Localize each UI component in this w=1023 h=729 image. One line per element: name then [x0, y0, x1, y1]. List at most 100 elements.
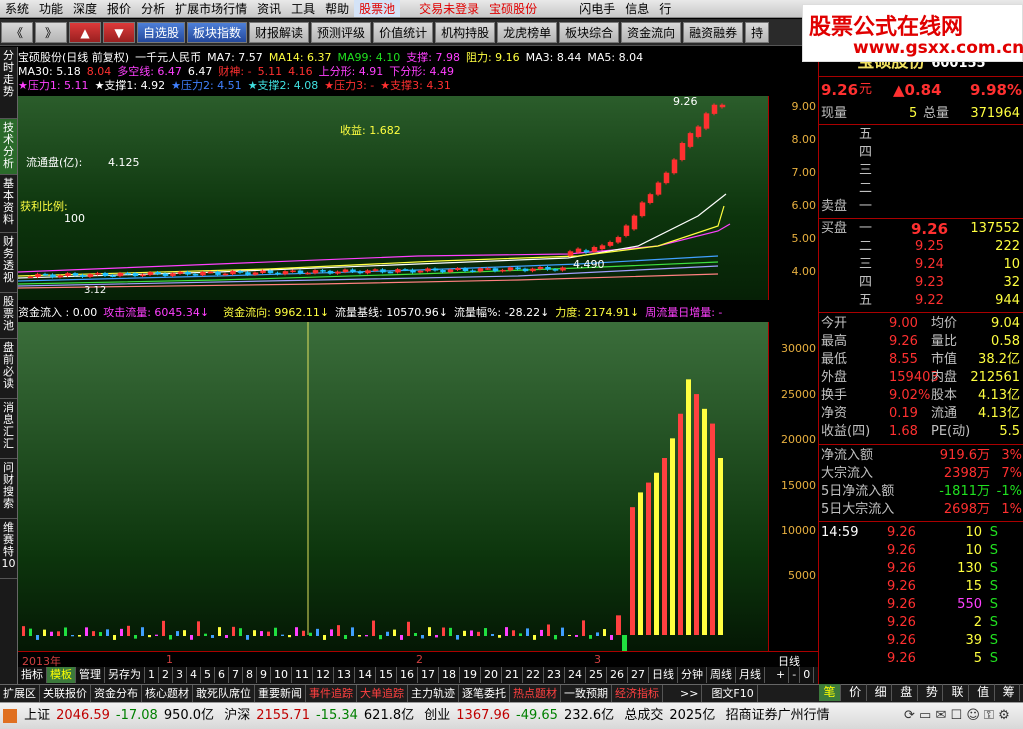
- menu-row[interactable]: 行: [654, 0, 676, 17]
- ask-2[interactable]: 二: [819, 180, 1023, 198]
- tab-5[interactable]: 5: [201, 667, 215, 683]
- right-tab[interactable]: 细: [870, 684, 893, 701]
- broker-name[interactable]: 招商证券广州行情: [726, 703, 830, 729]
- tab-23[interactable]: 23: [544, 667, 565, 683]
- tab-save-as[interactable]: 另存为: [105, 667, 145, 683]
- sys-tab-related[interactable]: 关联报价: [40, 685, 91, 702]
- tab-13[interactable]: 13: [334, 667, 355, 683]
- settings-icon[interactable]: ⚙: [998, 708, 1010, 723]
- side-tab-premarket[interactable]: 盘前必读: [0, 339, 17, 399]
- tab-26[interactable]: 26: [607, 667, 628, 683]
- flow-plot[interactable]: [18, 322, 768, 657]
- sys-tab-events[interactable]: 事件追踪: [306, 685, 357, 702]
- keyboard-icon[interactable]: ▭: [919, 708, 931, 723]
- menu-news[interactable]: 资讯: [252, 0, 286, 17]
- sys-more-button[interactable]: >>: [677, 685, 703, 702]
- tab-24[interactable]: 24: [565, 667, 586, 683]
- tab-3[interactable]: 3: [173, 667, 187, 683]
- menu-stock-pool[interactable]: 股票池: [354, 0, 401, 17]
- tab-8[interactable]: 8: [243, 667, 257, 683]
- up-button[interactable]: ▲: [69, 22, 101, 43]
- tab-20[interactable]: 20: [481, 667, 502, 683]
- tab-minute[interactable]: 分钟: [678, 667, 707, 683]
- tab-12[interactable]: 12: [313, 667, 334, 683]
- menu-lightning[interactable]: 闪电手: [574, 0, 620, 17]
- tab-16[interactable]: 16: [397, 667, 418, 683]
- bid-1[interactable]: 买盘一 9.26 137552: [819, 220, 1023, 238]
- tab-6[interactable]: 6: [215, 667, 229, 683]
- tab-monthly[interactable]: 月线: [736, 667, 765, 683]
- ask-3[interactable]: 三: [819, 162, 1023, 180]
- sys-tab-econ[interactable]: 经济指标: [612, 685, 663, 702]
- menu-function[interactable]: 功能: [34, 0, 68, 17]
- sys-tab-forecast[interactable]: 一致预期: [561, 685, 612, 702]
- tab-7[interactable]: 7: [229, 667, 243, 683]
- hs-name[interactable]: 沪深: [224, 703, 250, 729]
- tab-indicator[interactable]: 指标: [18, 667, 47, 683]
- sys-tab-core-theme[interactable]: 核心题材: [142, 685, 193, 702]
- sector-combo-button[interactable]: 板块综合: [559, 22, 620, 43]
- side-tab-timeshare[interactable]: 分时走势: [0, 47, 17, 119]
- menu-system[interactable]: 系统: [0, 0, 34, 17]
- sh-name[interactable]: 上证: [24, 703, 50, 729]
- chat-icon[interactable]: ☐: [951, 708, 963, 723]
- tab-19[interactable]: 19: [460, 667, 481, 683]
- cy-name[interactable]: 创业: [424, 703, 450, 729]
- sys-tab-ext[interactable]: 扩展区: [0, 685, 40, 702]
- right-tab[interactable]: 值: [973, 684, 995, 701]
- sys-f10-button[interactable]: 图文F10: [708, 685, 758, 702]
- rating-button[interactable]: 预测评级: [311, 22, 372, 43]
- back-button[interactable]: 《: [1, 22, 33, 43]
- tab-11[interactable]: 11: [292, 667, 313, 683]
- bid-5[interactable]: 五 9.22 944: [819, 292, 1023, 310]
- side-tab-finance[interactable]: 财务透视: [0, 233, 17, 293]
- tab-18[interactable]: 18: [439, 667, 460, 683]
- forward-button[interactable]: 》: [35, 22, 67, 43]
- zoom-out-button[interactable]: -: [789, 667, 801, 683]
- side-tab-technical[interactable]: 技术分析: [0, 119, 17, 175]
- tab-2[interactable]: 2: [159, 667, 173, 683]
- tab-1[interactable]: 1: [145, 667, 159, 683]
- tab-10[interactable]: 10: [271, 667, 292, 683]
- menu-depth[interactable]: 深度: [68, 0, 102, 17]
- watchlist-button[interactable]: 自选股: [137, 22, 186, 43]
- zoom-in-button[interactable]: +: [773, 667, 790, 683]
- tab-21[interactable]: 21: [502, 667, 523, 683]
- tab-22[interactable]: 22: [523, 667, 544, 683]
- right-tab[interactable]: 价: [845, 684, 867, 701]
- menu-tools[interactable]: 工具: [286, 0, 320, 17]
- sys-tab-fund-dist[interactable]: 资金分布: [91, 685, 142, 702]
- holding-button[interactable]: 持: [745, 22, 770, 43]
- kline-plot[interactable]: 9.26 收益: 1.682 流通盘(亿): 4.125 获利比例: 100 4…: [17, 95, 768, 300]
- menu-info[interactable]: 信息: [620, 0, 654, 17]
- sys-tab-tick[interactable]: 逐笔委托: [459, 685, 510, 702]
- institution-button[interactable]: 机构持股: [435, 22, 496, 43]
- user-icon[interactable]: ☺: [966, 708, 980, 723]
- side-tab-visit[interactable]: 维赛特10: [0, 519, 17, 579]
- side-tab-profile[interactable]: 基本资料: [0, 175, 17, 233]
- menu-quote[interactable]: 报价: [102, 0, 136, 17]
- right-tab[interactable]: 笔: [819, 684, 841, 701]
- sys-tab-hot[interactable]: 热点题材: [510, 685, 561, 702]
- sys-tab-seats[interactable]: 敢死队席位: [193, 685, 255, 702]
- ask-1[interactable]: 卖盘一: [819, 198, 1023, 216]
- menu-ext-market[interactable]: 扩展市场行情: [170, 0, 252, 17]
- sys-tab-bigorder[interactable]: 大单追踪: [357, 685, 408, 702]
- fund-flow-button[interactable]: 资金流向: [621, 22, 682, 43]
- right-tab[interactable]: 盘: [896, 684, 918, 701]
- side-tab-search[interactable]: 问财搜索: [0, 459, 17, 519]
- tab-17[interactable]: 17: [418, 667, 439, 683]
- menu-current-stock[interactable]: 宝硕股份: [484, 0, 542, 17]
- report-button[interactable]: 财报解读: [249, 22, 310, 43]
- bid-4[interactable]: 四 9.23 32: [819, 274, 1023, 292]
- zoom-reset-button[interactable]: 0: [800, 667, 815, 683]
- tab-daily[interactable]: 日线: [649, 667, 678, 683]
- ask-4[interactable]: 四: [819, 144, 1023, 162]
- tab-25[interactable]: 25: [586, 667, 607, 683]
- ask-5[interactable]: 五: [819, 126, 1023, 144]
- side-tab-news[interactable]: 消息汇汇: [0, 399, 17, 459]
- sys-tab-main-force[interactable]: 主力轨迹: [408, 685, 459, 702]
- right-tab[interactable]: 联: [947, 684, 969, 701]
- bid-2[interactable]: 二 9.25 222: [819, 238, 1023, 256]
- tab-4[interactable]: 4: [187, 667, 201, 683]
